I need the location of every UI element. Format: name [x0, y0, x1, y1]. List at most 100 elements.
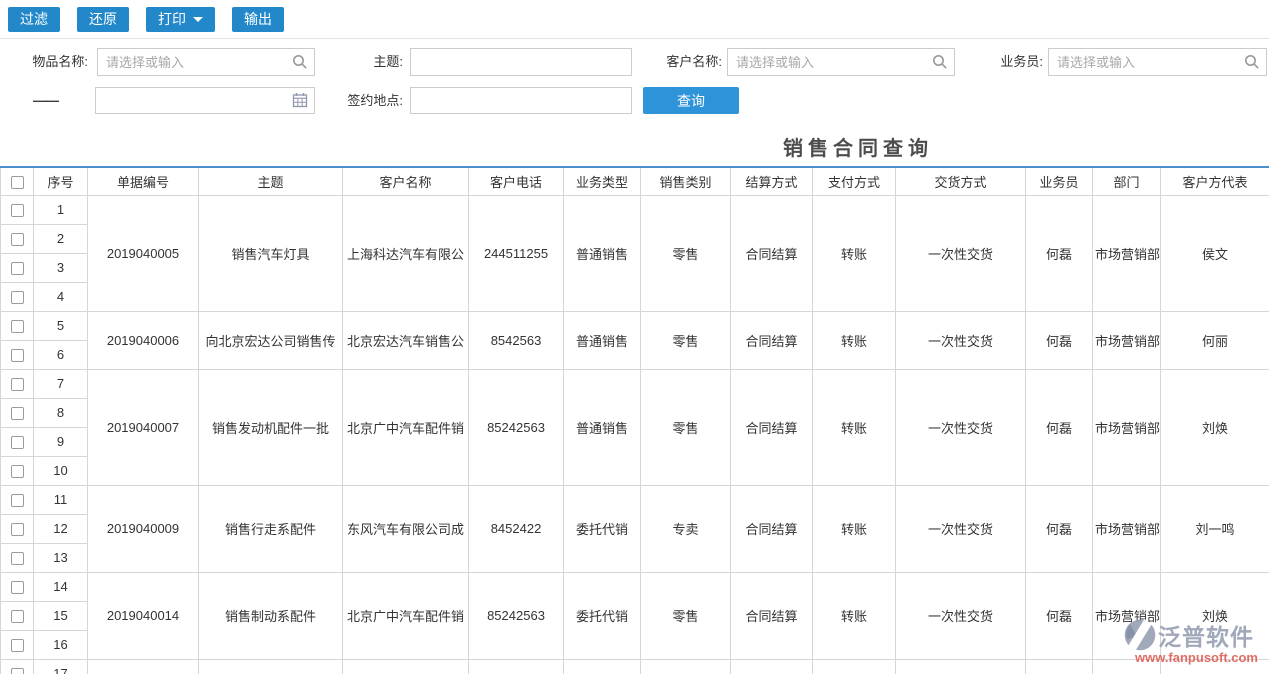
cell-delivery: 一次性交货: [896, 195, 1026, 311]
cell-subject[interactable]: 销售发动机配件一批: [199, 369, 343, 485]
cell-phone: 8452422: [469, 485, 564, 572]
row-checkbox[interactable]: [11, 465, 24, 478]
checkbox-cell: [1, 601, 34, 630]
select-all-cell: [1, 167, 34, 195]
cell-empty: [813, 659, 896, 674]
cell-dept: 市场营销部: [1093, 572, 1161, 659]
cell-doc-no[interactable]: 2019040005: [88, 195, 199, 311]
cell-subject[interactable]: 向北京宏达公司销售传: [199, 311, 343, 369]
print-button[interactable]: 打印: [146, 7, 215, 32]
cell-pay: 转账: [813, 572, 896, 659]
search-icon[interactable]: [292, 54, 308, 70]
cell-cust-rep: 刘焕: [1161, 369, 1269, 485]
row-checkbox[interactable]: [11, 407, 24, 420]
row-checkbox[interactable]: [11, 523, 24, 536]
cell-dept: 市场营销部: [1093, 311, 1161, 369]
checkbox-cell: [1, 369, 34, 398]
cell-customer[interactable]: 东风汽车有限公司成: [343, 485, 469, 572]
grid-header-row: 序号 单据编号 主题 客户名称 客户电话 业务类型 销售类别 结算方式 支付方式…: [1, 167, 1269, 195]
row-checkbox[interactable]: [11, 639, 24, 652]
subject-input[interactable]: [410, 48, 632, 76]
calendar-icon[interactable]: [292, 92, 308, 108]
cell-biz-type: 委托代销: [564, 485, 641, 572]
customer-name-label: 客户名称:: [650, 48, 722, 76]
salesman-input[interactable]: [1048, 48, 1267, 76]
sign-place-field: [410, 87, 632, 114]
cell-subject[interactable]: 销售行走系配件: [199, 485, 343, 572]
row-checkbox[interactable]: [11, 581, 24, 594]
row-checkbox[interactable]: [11, 668, 24, 674]
checkbox-cell: [1, 630, 34, 659]
item-name-input[interactable]: [97, 48, 315, 76]
row-checkbox[interactable]: [11, 262, 24, 275]
row-checkbox[interactable]: [11, 320, 24, 333]
row-checkbox[interactable]: [11, 349, 24, 362]
cell-subject[interactable]: 销售汽车灯具: [199, 195, 343, 311]
cell-doc-no[interactable]: 2019040007: [88, 369, 199, 485]
row-checkbox[interactable]: [11, 291, 24, 304]
row-checkbox[interactable]: [11, 233, 24, 246]
filter-button[interactable]: 过滤: [8, 7, 60, 32]
row-seq: 9: [34, 427, 88, 456]
cell-empty: [469, 659, 564, 674]
table-row: 17: [1, 659, 1269, 674]
cell-pay: 转账: [813, 195, 896, 311]
query-button[interactable]: 查询: [643, 87, 739, 114]
cell-salesman: 何磊: [1026, 485, 1093, 572]
row-seq: 12: [34, 514, 88, 543]
col-header-phone: 客户电话: [469, 167, 564, 195]
cell-biz-type: 委托代销: [564, 572, 641, 659]
checkbox-cell: [1, 485, 34, 514]
col-header-cust-rep: 客户方代表: [1161, 167, 1269, 195]
cell-customer[interactable]: 北京广中汽车配件销: [343, 369, 469, 485]
checkbox-cell: [1, 398, 34, 427]
row-checkbox[interactable]: [11, 610, 24, 623]
customer-name-input[interactable]: [727, 48, 955, 76]
cell-settle: 合同结算: [731, 572, 813, 659]
cell-customer[interactable]: 北京广中汽车配件销: [343, 572, 469, 659]
cell-cust-rep: 刘一鸣: [1161, 485, 1269, 572]
search-icon[interactable]: [932, 54, 948, 70]
row-seq: 1: [34, 195, 88, 224]
table-row: 5 2019040006 向北京宏达公司销售传 北京宏达汽车销售公 854256…: [1, 311, 1269, 340]
cell-sale-type: 零售: [641, 195, 731, 311]
cell-subject[interactable]: 销售制动系配件: [199, 572, 343, 659]
sign-place-input[interactable]: [410, 87, 632, 114]
row-checkbox[interactable]: [11, 436, 24, 449]
row-checkbox[interactable]: [11, 494, 24, 507]
restore-button[interactable]: 还原: [77, 7, 129, 32]
cell-biz-type: 普通销售: [564, 369, 641, 485]
output-button[interactable]: 输出: [232, 7, 284, 32]
cell-empty: [199, 659, 343, 674]
row-checkbox[interactable]: [11, 204, 24, 217]
checkbox-cell: [1, 456, 34, 485]
row-seq: 7: [34, 369, 88, 398]
row-checkbox[interactable]: [11, 552, 24, 565]
cell-doc-no[interactable]: 2019040009: [88, 485, 199, 572]
cell-empty: [1026, 659, 1093, 674]
search-icon[interactable]: [1244, 54, 1260, 70]
table-row: 7 2019040007 销售发动机配件一批 北京广中汽车配件销 8524256…: [1, 369, 1269, 398]
print-button-label: 打印: [158, 7, 186, 32]
cell-sale-type: 零售: [641, 311, 731, 369]
sign-place-label: 签约地点:: [333, 87, 403, 114]
row-seq: 14: [34, 572, 88, 601]
cell-doc-no[interactable]: 2019040014: [88, 572, 199, 659]
col-header-doc-no: 单据编号: [88, 167, 199, 195]
date-field: [95, 87, 315, 114]
cell-settle: 合同结算: [731, 195, 813, 311]
checkbox-cell: [1, 543, 34, 572]
cell-dept: 市场营销部: [1093, 369, 1161, 485]
cell-customer[interactable]: 上海科达汽车有限公: [343, 195, 469, 311]
sales-contract-query-screen: 过滤 还原 打印 输出 物品名称: 主题: 客户名称: 业务员:: [0, 0, 1269, 674]
cell-delivery: 一次性交货: [896, 485, 1026, 572]
row-seq: 4: [34, 282, 88, 311]
cell-customer[interactable]: 北京宏达汽车销售公: [343, 311, 469, 369]
cell-doc-no[interactable]: 2019040006: [88, 311, 199, 369]
date-input[interactable]: [95, 87, 315, 114]
col-header-customer: 客户名称: [343, 167, 469, 195]
item-name-field: [97, 48, 315, 76]
checkbox-cell: [1, 427, 34, 456]
row-checkbox[interactable]: [11, 378, 24, 391]
select-all-checkbox[interactable]: [11, 176, 24, 189]
